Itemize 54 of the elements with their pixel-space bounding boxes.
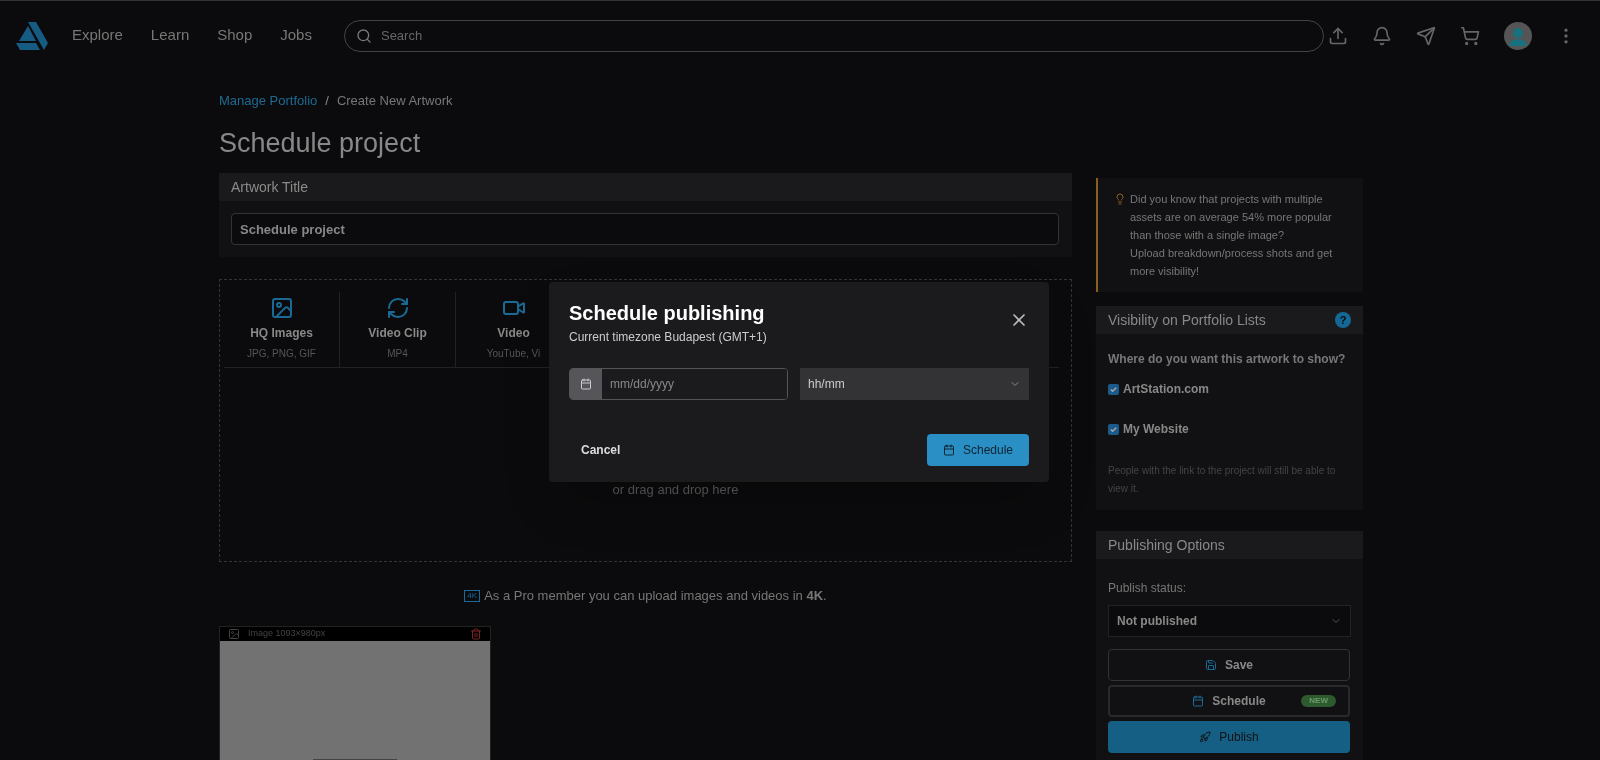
rocket-icon	[1199, 731, 1212, 743]
bell-icon[interactable]	[1372, 25, 1392, 46]
new-badge: NEW	[1301, 695, 1336, 707]
upload-type-option[interactable]: HQ Images JPG, PNG, GIF	[224, 292, 340, 367]
breadcrumb-separator: /	[325, 92, 329, 110]
publish-status-label: Publish status:	[1107, 580, 1188, 597]
calendar-icon	[580, 378, 592, 390]
checkbox[interactable]	[1108, 383, 1119, 395]
panel-header: Publishing Options	[1096, 531, 1363, 559]
nav-link[interactable]: Learn	[150, 24, 190, 47]
panel-header: Visibility on Portfolio Lists	[1108, 310, 1266, 330]
cancel-button[interactable]: Cancel	[569, 434, 633, 466]
asset-label: Image 1093×980px	[248, 626, 326, 640]
checkbox-label: My Website	[1123, 421, 1189, 438]
schedule-button[interactable]: Schedule NEW	[1108, 685, 1350, 717]
schedule-button[interactable]: Schedule	[926, 434, 1029, 466]
drop-hint: or drag and drop here	[612, 481, 739, 499]
title-field[interactable]: Schedule project	[231, 213, 1059, 245]
breadcrumb-current: Create New Artwork	[336, 92, 453, 110]
save-button[interactable]: Save	[1108, 649, 1350, 681]
checkbox[interactable]	[1108, 423, 1119, 435]
page-title: Schedule project	[219, 126, 422, 160]
upload-type-option[interactable]: Video Clip MP4	[340, 292, 456, 367]
date-field[interactable]: mm/dd/yyyy	[569, 368, 788, 400]
visibility-question: Where do you want this artwork to show?	[1107, 351, 1347, 368]
logo-icon	[16, 21, 48, 50]
breadcrumb-link[interactable]: Manage Portfolio	[219, 91, 318, 111]
pro-badge: 4K	[464, 589, 481, 602]
panel-header: Artwork Title	[219, 173, 1072, 201]
avatar-icon[interactable]	[1504, 21, 1532, 50]
time-select[interactable]: hh/mm	[800, 368, 1029, 400]
dialog-subtitle: Current timezone Budapest (GMT+1)	[569, 329, 767, 346]
upload-icon[interactable]	[1328, 25, 1348, 46]
nav-link[interactable]: Jobs	[280, 24, 312, 47]
publish-button[interactable]: Publish	[1108, 721, 1350, 753]
refresh-icon	[385, 296, 410, 320]
search-icon	[355, 27, 372, 44]
publish-status-select[interactable]: Not published	[1108, 605, 1351, 637]
nav-link[interactable]: Explore	[72, 24, 123, 47]
image-icon	[269, 296, 294, 320]
image-icon	[228, 627, 240, 640]
search-field[interactable]: Search	[343, 19, 1324, 52]
nav-link[interactable]: Shop	[217, 24, 253, 47]
calendar-icon	[942, 444, 955, 456]
lightbulb-icon	[1114, 193, 1126, 205]
cart-icon[interactable]	[1460, 25, 1480, 46]
trash-icon[interactable]	[470, 627, 482, 640]
calendar-icon	[1192, 695, 1205, 707]
pro-note: As a Pro member you can upload images and videos in 4K.	[484, 587, 827, 605]
send-icon[interactable]	[1416, 25, 1436, 46]
help-icon[interactable]: ?	[1335, 312, 1351, 328]
checkbox-label: ArtStation.com	[1123, 381, 1209, 398]
tip-text: Did you know that projects with multiple assets are on average 54% more popular than those with a single image? Upload breakdown/process shots and get more visibility!	[1130, 192, 1334, 279]
dialog-title: Schedule publishing	[569, 301, 766, 326]
